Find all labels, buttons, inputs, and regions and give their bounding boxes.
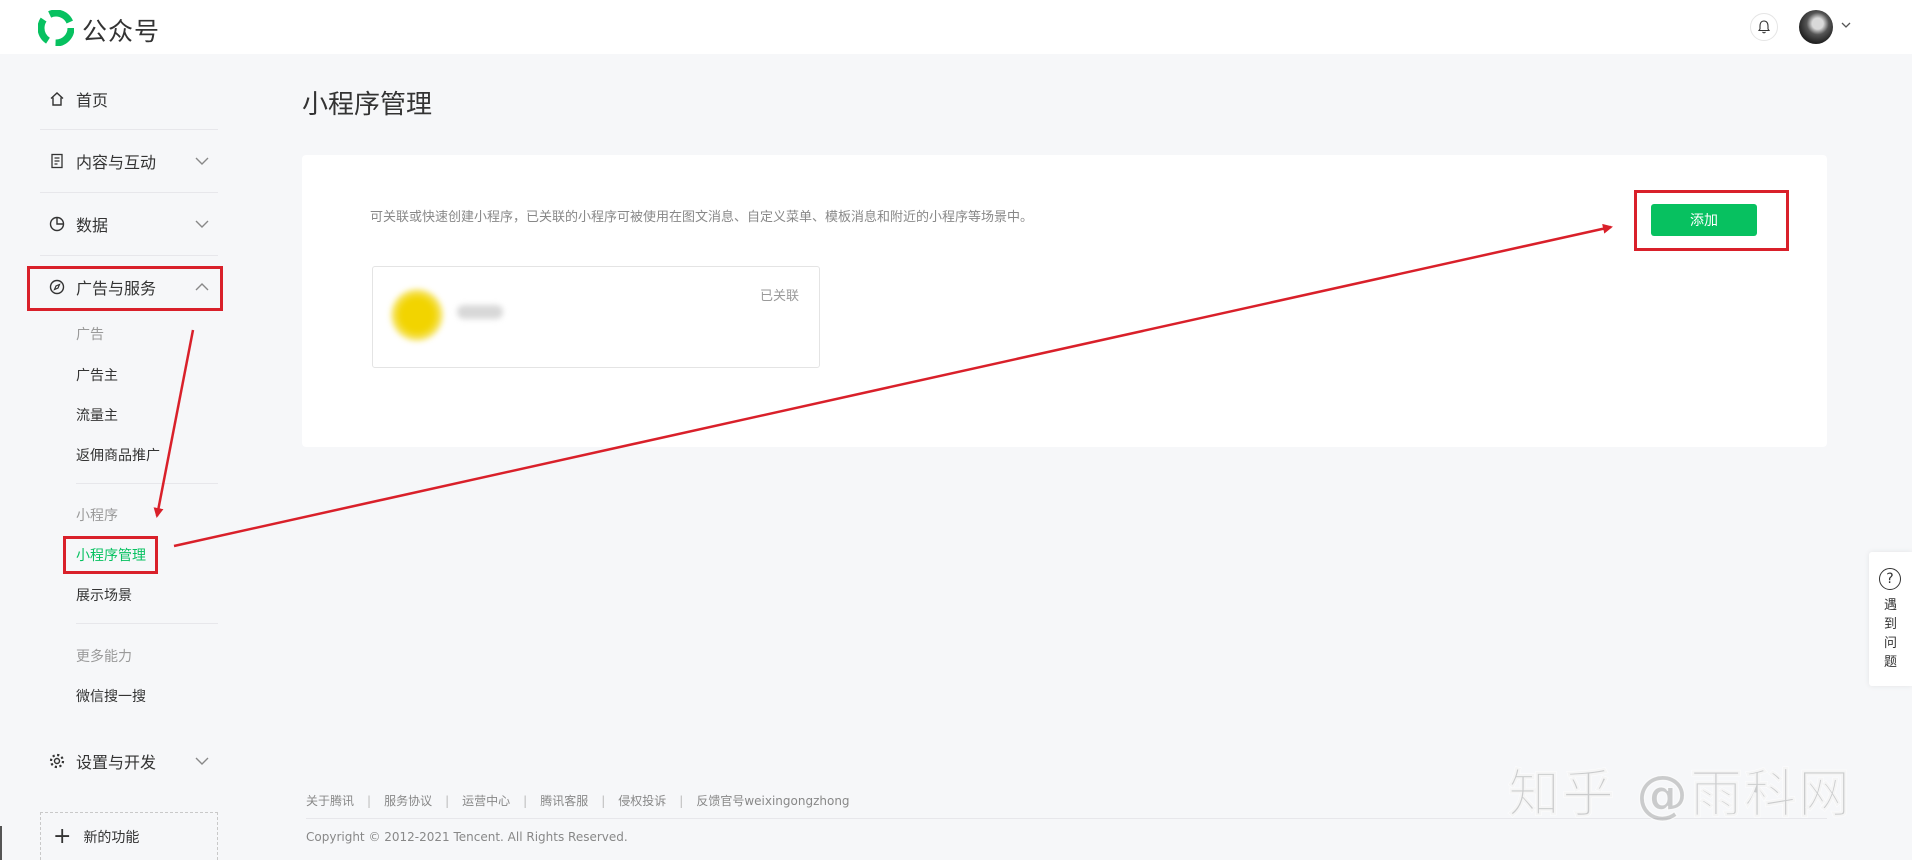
sub-group-ads: 广告	[76, 327, 104, 343]
chevron-down-icon[interactable]	[1839, 18, 1853, 32]
footer-link[interactable]: 侵权投诉	[618, 792, 666, 809]
chevron-down-icon	[195, 220, 209, 228]
separator: |	[367, 793, 372, 808]
footer-link[interactable]: 反馈官号weixingongzhong	[696, 792, 849, 809]
gear-icon	[48, 752, 66, 770]
separator: |	[601, 793, 606, 808]
home-icon	[48, 90, 66, 108]
separator: |	[523, 793, 528, 808]
sidebar-item-data[interactable]: 数据	[40, 194, 218, 254]
linked-mini-program-card[interactable]: 已关联	[372, 266, 820, 368]
linked-status: 已关联	[759, 289, 799, 304]
pie-chart-icon	[48, 215, 66, 233]
annotation-box-ads-services	[27, 266, 223, 311]
sub-group-more: 更多能力	[76, 649, 132, 665]
mini-program-logo	[391, 289, 443, 341]
sidebar-item-label: 数据	[76, 216, 109, 235]
copyright: Copyright © 2012-2021 Tencent. All Right…	[306, 830, 628, 844]
footer-links: 关于腾讯 | 服务协议 | 运营中心 | 腾讯客服 | 侵权投诉 | 反馈官号w…	[306, 792, 850, 809]
top-bar: 公众号	[0, 0, 1912, 54]
divider	[40, 129, 218, 130]
watermark: 知乎 @雨科网	[1507, 765, 1853, 826]
sidebar-item-settings[interactable]: 设置与开发	[40, 731, 218, 791]
help-label: 遇到问题	[1884, 598, 1898, 670]
separator: |	[679, 793, 684, 808]
document-icon	[48, 152, 66, 170]
footer-link[interactable]: 腾讯客服	[540, 792, 588, 809]
wechat-official-logo-icon[interactable]	[38, 10, 74, 46]
sidebar: 首页 内容与互动 数据 广告与服务 广告 广告主 流量主 返佣商品推广 小程序 …	[0, 54, 240, 860]
divider	[40, 192, 218, 193]
mini-program-name-blurred	[457, 305, 503, 319]
divider	[76, 623, 218, 624]
sidebar-item-label: 内容与互动	[76, 153, 157, 172]
question-icon: ?	[1879, 568, 1901, 590]
help-widget[interactable]: ? 遇到问题	[1869, 552, 1912, 686]
sub-group-mini-program: 小程序	[76, 508, 118, 524]
description-text: 可关联或快速创建小程序，已关联的小程序可被使用在图文消息、自定义菜单、模板消息和…	[370, 210, 1034, 225]
sidebar-subitem-traffic-owner[interactable]: 流量主	[76, 405, 118, 425]
sidebar-subitem-wechat-search[interactable]: 微信搜一搜	[76, 686, 146, 706]
sidebar-item-home[interactable]: 首页	[40, 69, 218, 129]
footer-link[interactable]: 运营中心	[462, 792, 510, 809]
separator: |	[445, 793, 450, 808]
chevron-down-icon	[195, 157, 209, 165]
sidebar-subitem-display-scene[interactable]: 展示场景	[76, 585, 132, 605]
sidebar-item-label: 首页	[76, 91, 109, 110]
plus-icon: +	[53, 823, 72, 849]
divider	[76, 483, 218, 484]
sidebar-item-label: 设置与开发	[76, 753, 157, 772]
chevron-down-icon	[195, 757, 209, 765]
sidebar-subitem-advertiser[interactable]: 广告主	[76, 365, 118, 385]
brand-name: 公众号	[82, 17, 161, 46]
avatar[interactable]	[1799, 10, 1833, 44]
new-feature-button[interactable]: + 新的功能	[40, 812, 218, 860]
divider	[40, 255, 218, 256]
window-edge	[0, 826, 2, 860]
footer-link[interactable]: 服务协议	[384, 792, 432, 809]
page-title: 小程序管理	[302, 90, 433, 120]
sidebar-item-content[interactable]: 内容与互动	[40, 131, 218, 191]
notification-bell-icon[interactable]	[1750, 13, 1778, 41]
annotation-box-mini-program-manage	[63, 536, 158, 574]
sidebar-subitem-commission[interactable]: 返佣商品推广	[76, 445, 160, 465]
annotation-box-add-button	[1634, 190, 1789, 251]
footer-link[interactable]: 关于腾讯	[306, 792, 354, 809]
new-feature-label: 新的功能	[83, 829, 140, 846]
